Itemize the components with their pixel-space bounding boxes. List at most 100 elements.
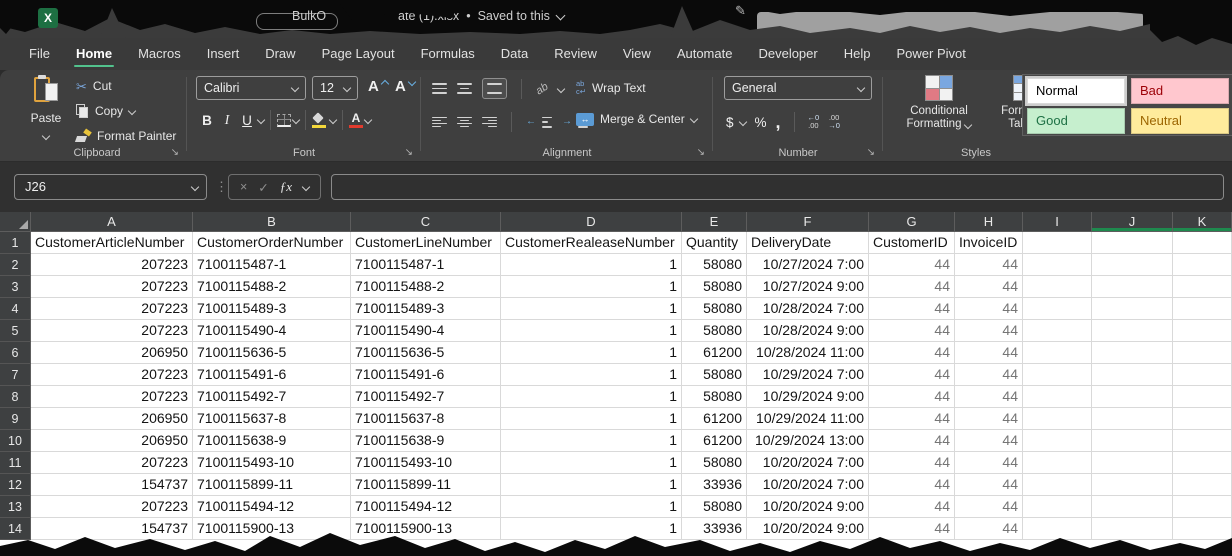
cell[interactable]: 7100115637-8 <box>193 408 351 430</box>
cell[interactable]: 1 <box>501 474 682 496</box>
cell[interactable] <box>1092 364 1173 386</box>
cell[interactable] <box>1023 320 1092 342</box>
row-header-7[interactable]: 7 <box>0 364 31 386</box>
decrease-indent-button[interactable]: ← <box>526 117 552 128</box>
row-header-8[interactable]: 8 <box>0 386 31 408</box>
cell[interactable]: 44 <box>869 276 955 298</box>
style-good[interactable]: Good <box>1027 108 1125 134</box>
cell[interactable]: 44 <box>955 452 1023 474</box>
cell[interactable] <box>1173 496 1232 518</box>
borders-icon[interactable] <box>277 114 291 127</box>
cell[interactable]: 207223 <box>31 496 193 518</box>
cell[interactable]: 7100115636-5 <box>351 342 501 364</box>
cell[interactable] <box>1023 496 1092 518</box>
cell[interactable]: 7100115491-6 <box>351 364 501 386</box>
cell[interactable] <box>1173 276 1232 298</box>
cell[interactable] <box>1023 408 1092 430</box>
cell[interactable]: 61200 <box>682 408 747 430</box>
column-header-I[interactable]: I <box>1023 212 1092 232</box>
cell[interactable]: 10/20/2024 9:00 <box>747 496 869 518</box>
cell[interactable]: 44 <box>869 320 955 342</box>
format-painter-button[interactable]: Format Painter <box>76 129 176 143</box>
currency-button[interactable]: $ <box>726 115 746 130</box>
tab-view[interactable]: View <box>610 38 664 70</box>
cell[interactable] <box>1173 298 1232 320</box>
cell[interactable] <box>1023 452 1092 474</box>
cell[interactable]: 154737 <box>31 474 193 496</box>
cell[interactable] <box>1173 518 1232 540</box>
row-header-12[interactable]: 12 <box>0 474 31 496</box>
cell[interactable]: 1 <box>501 518 682 540</box>
cell[interactable]: CustomerLineNumber <box>351 232 501 254</box>
copy-button[interactable]: Copy <box>76 104 135 118</box>
cell[interactable]: 44 <box>869 474 955 496</box>
cell[interactable] <box>1173 408 1232 430</box>
underline-dropdown-icon[interactable] <box>257 116 265 124</box>
cell[interactable]: 44 <box>955 254 1023 276</box>
increase-font-button[interactable]: A <box>368 78 388 96</box>
paste-dropdown-icon[interactable] <box>42 132 50 140</box>
row-header-13[interactable]: 13 <box>0 496 31 518</box>
cell[interactable] <box>1023 474 1092 496</box>
cell[interactable]: 10/28/2024 9:00 <box>747 320 869 342</box>
cell[interactable]: 206950 <box>31 430 193 452</box>
insert-function-icon[interactable]: ƒx <box>280 179 292 195</box>
column-header-K[interactable]: K <box>1173 212 1232 232</box>
cell[interactable]: 44 <box>869 430 955 452</box>
cell[interactable]: 1 <box>501 342 682 364</box>
cell[interactable] <box>1173 254 1232 276</box>
style-normal[interactable]: Normal <box>1027 78 1125 104</box>
cell[interactable]: 44 <box>955 496 1023 518</box>
cell[interactable] <box>1023 298 1092 320</box>
cell[interactable] <box>1023 254 1092 276</box>
fill-color-dropdown-icon[interactable] <box>329 116 337 124</box>
cell[interactable]: 61200 <box>682 430 747 452</box>
cell[interactable]: 10/27/2024 7:00 <box>747 254 869 276</box>
cell[interactable]: 44 <box>869 298 955 320</box>
bold-button[interactable]: B <box>198 113 216 128</box>
cell[interactable]: 7100115638-9 <box>193 430 351 452</box>
cell[interactable]: 10/29/2024 9:00 <box>747 386 869 408</box>
cell[interactable]: DeliveryDate <box>747 232 869 254</box>
row-header-1[interactable]: 1 <box>0 232 31 254</box>
cell[interactable] <box>1173 452 1232 474</box>
align-right-icon[interactable] <box>482 117 497 128</box>
cell[interactable]: 10/29/2024 7:00 <box>747 364 869 386</box>
cell[interactable]: 44 <box>869 386 955 408</box>
cell[interactable] <box>1173 342 1232 364</box>
cell[interactable] <box>1173 430 1232 452</box>
number-format-combo[interactable]: General <box>724 76 872 100</box>
decrease-decimal-button[interactable]: .00→0 <box>828 114 840 130</box>
cell[interactable] <box>1092 232 1173 254</box>
cell[interactable]: 7100115899-11 <box>193 474 351 496</box>
cell[interactable] <box>1092 342 1173 364</box>
cell[interactable]: 58080 <box>682 386 747 408</box>
row-header-11[interactable]: 11 <box>0 452 31 474</box>
cell[interactable]: 7100115490-4 <box>193 320 351 342</box>
cell[interactable]: 10/20/2024 9:00 <box>747 518 869 540</box>
row-header-2[interactable]: 2 <box>0 254 31 276</box>
paste-button[interactable]: Paste <box>22 75 70 139</box>
alignment-launcher-icon[interactable]: ↘ <box>697 147 705 159</box>
row-header-3[interactable]: 3 <box>0 276 31 298</box>
cell[interactable] <box>1023 430 1092 452</box>
merge-center-button[interactable]: ↔ Merge & Center <box>576 112 697 126</box>
cell[interactable] <box>1173 364 1232 386</box>
font-size-combo[interactable]: 12 <box>312 76 358 100</box>
cell[interactable]: 1 <box>501 364 682 386</box>
cell[interactable] <box>1023 232 1092 254</box>
cell[interactable]: 44 <box>955 430 1023 452</box>
increase-decimal-button[interactable]: ←0.00 <box>808 114 820 130</box>
cell[interactable]: 10/27/2024 9:00 <box>747 276 869 298</box>
cell[interactable] <box>1092 518 1173 540</box>
cell[interactable]: 44 <box>955 364 1023 386</box>
cell[interactable] <box>1092 298 1173 320</box>
cell[interactable]: 58080 <box>682 254 747 276</box>
cell[interactable]: 1 <box>501 430 682 452</box>
row-header-5[interactable]: 5 <box>0 320 31 342</box>
cell[interactable]: 1 <box>501 386 682 408</box>
cell[interactable]: 10/20/2024 7:00 <box>747 452 869 474</box>
cell[interactable] <box>1023 276 1092 298</box>
cell[interactable]: 44 <box>955 518 1023 540</box>
cell[interactable]: 7100115493-10 <box>193 452 351 474</box>
